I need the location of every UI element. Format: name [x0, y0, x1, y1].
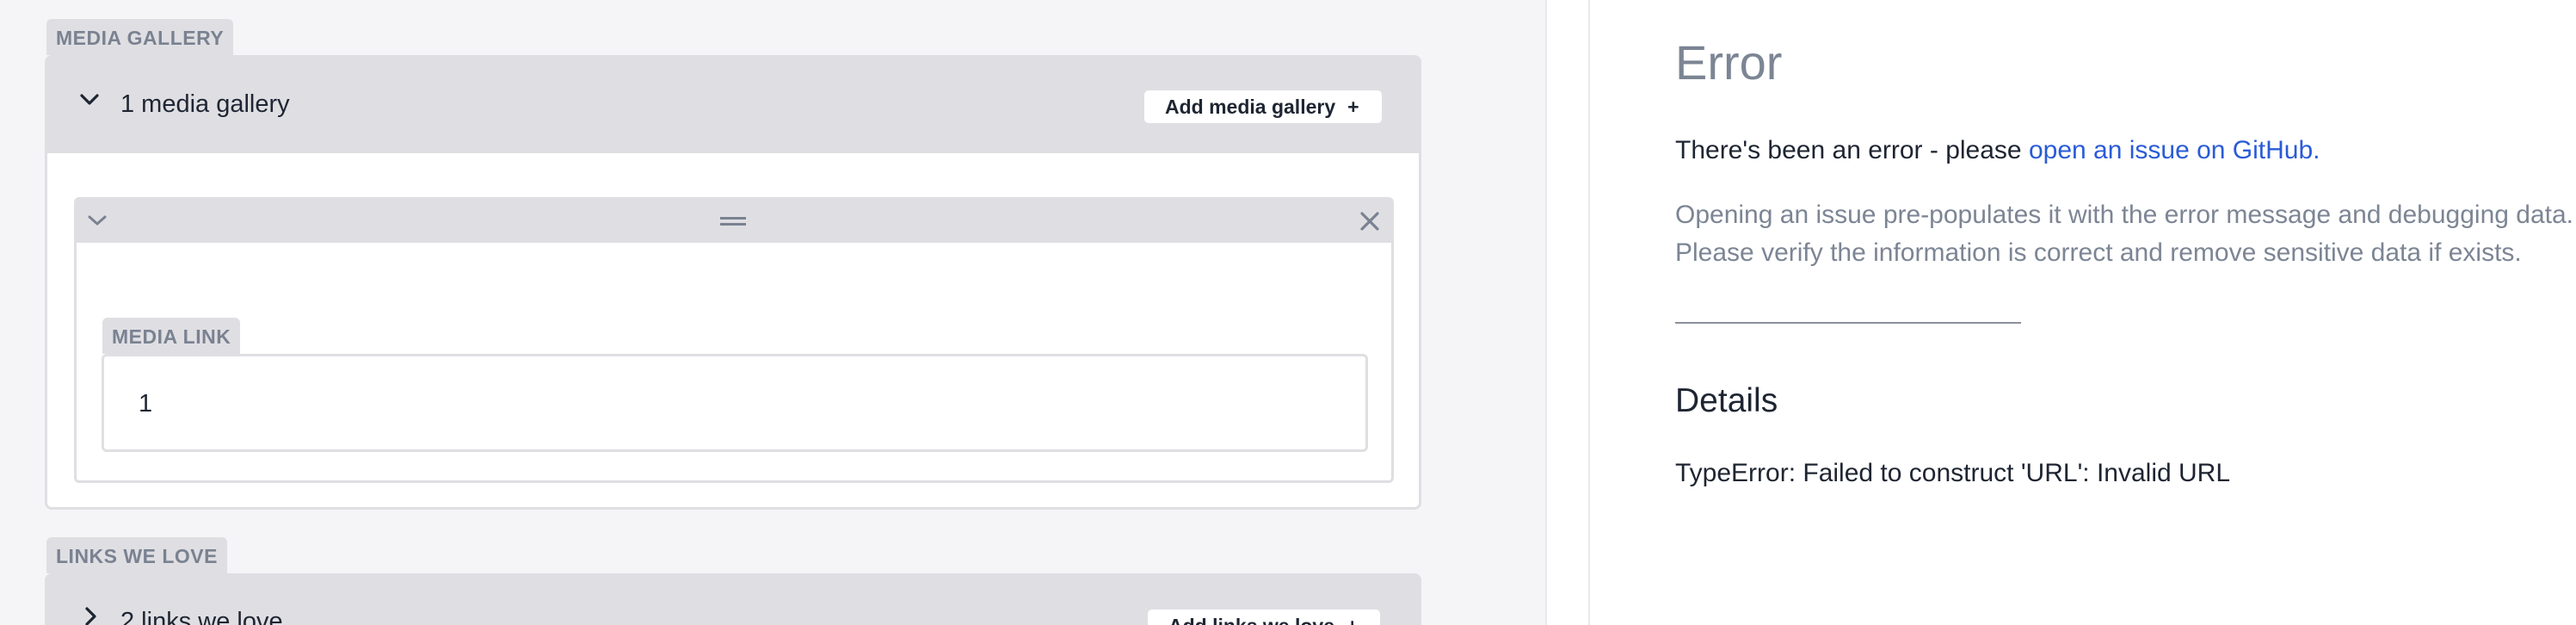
media-link-label: MEDIA LINK: [102, 318, 241, 354]
pane-divider[interactable]: [1545, 0, 1590, 625]
links-we-love-list-header: 2 links we love Add links we love +: [45, 573, 1421, 625]
plus-icon: +: [1347, 96, 1359, 118]
error-note-line-1: Opening an issue pre-populates it with t…: [1675, 201, 2574, 229]
media-gallery-label: MEDIA GALLERY: [46, 19, 234, 55]
chevron-down-icon[interactable]: [87, 210, 108, 235]
chevron-right-icon[interactable]: [81, 606, 102, 625]
media-gallery-list-body: MEDIA LINK 1: [45, 153, 1421, 510]
add-links-we-love-button[interactable]: Add links we love +: [1148, 610, 1381, 625]
add-links-we-love-button-label: Add links we love: [1168, 615, 1334, 625]
plus-icon: +: [1347, 615, 1358, 625]
divider: [1675, 322, 2021, 324]
details-title: Details: [1675, 382, 1778, 419]
error-title: Error: [1675, 35, 1783, 90]
add-media-gallery-button[interactable]: Add media gallery +: [1144, 90, 1382, 123]
media-gallery-summary[interactable]: 1 media gallery: [120, 90, 290, 119]
error-pane: Error There's been an error - please ope…: [1592, 0, 2576, 625]
links-we-love-label: LINKS WE LOVE: [46, 537, 227, 573]
list-item: MEDIA LINK 1: [74, 197, 1394, 483]
error-message: There's been an error - please open an i…: [1675, 136, 2320, 165]
close-icon[interactable]: [1359, 210, 1381, 237]
links-we-love-summary[interactable]: 2 links we love: [120, 608, 283, 625]
editor-pane: MEDIA GALLERY 1 media gallery Add media …: [0, 0, 1545, 625]
media-link-value: 1: [139, 390, 153, 418]
details-text: TypeError: Failed to construct 'URL': In…: [1675, 459, 2231, 487]
list-item-toolbar: [77, 200, 1391, 243]
drag-handle-icon[interactable]: [720, 215, 746, 232]
media-link-input[interactable]: 1: [102, 354, 1368, 452]
error-message-text: There's been an error - please: [1675, 136, 2029, 164]
add-media-gallery-button-label: Add media gallery: [1165, 96, 1336, 118]
error-note-line-2: Please verify the information is correct…: [1675, 238, 2522, 267]
github-issue-link[interactable]: open an issue on GitHub.: [2029, 136, 2320, 164]
media-gallery-list-header: 1 media gallery Add media gallery +: [45, 55, 1421, 153]
chevron-down-icon[interactable]: [79, 90, 100, 114]
